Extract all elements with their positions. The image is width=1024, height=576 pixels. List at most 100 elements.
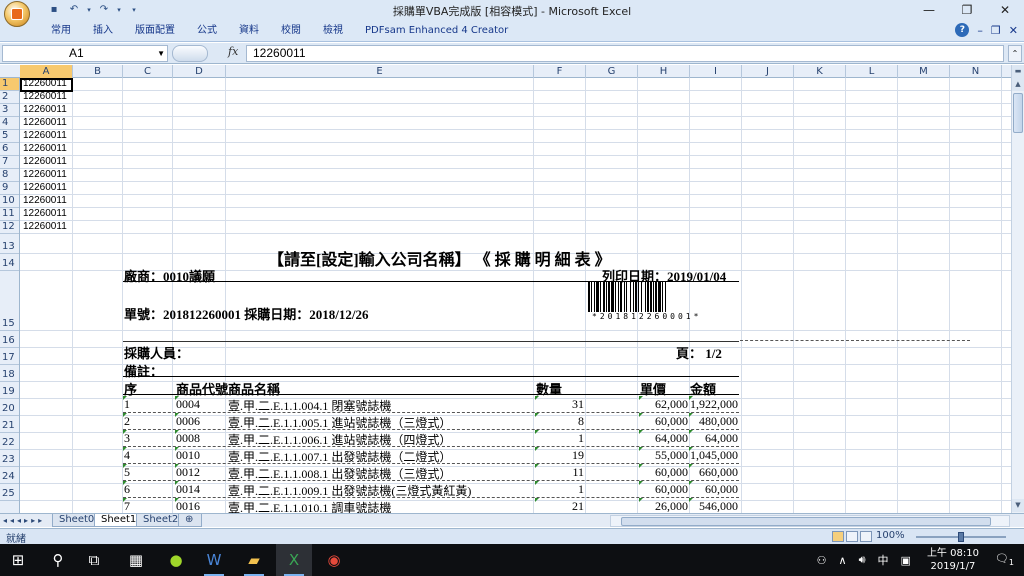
cell-a5[interactable]: 12260011 [23,130,67,142]
calculator-icon[interactable]: ▦ [118,544,154,576]
page-break-view-icon[interactable] [860,531,872,542]
windows-start-icon[interactable]: ⊞ [0,544,36,576]
column-header-g[interactable]: G [586,65,638,78]
tab-insert[interactable]: 插入 [82,24,124,38]
vertical-scrollbar[interactable]: ▬ ▲ ▼ [1011,65,1024,513]
column-header-d[interactable]: D [173,65,226,78]
normal-view-icon[interactable] [832,531,844,542]
column-header-f[interactable]: F [534,65,586,78]
column-header-k[interactable]: K [794,65,846,78]
row-header-17[interactable]: 17 [0,348,19,365]
office-button[interactable] [4,1,30,27]
volume-icon[interactable]: 🔊︎ [853,553,872,567]
expand-formula-bar-icon[interactable]: ⌃ [1008,45,1022,62]
zoom-slider-knob[interactable] [958,532,964,542]
horizontal-scrollbar[interactable] [610,515,1010,527]
row-header-5[interactable]: 5 [0,130,19,143]
row-header-1[interactable]: 1 [0,78,19,91]
column-header-l[interactable]: L [846,65,898,78]
row-header-24[interactable]: 24 [0,467,19,484]
page-layout-view-icon[interactable] [846,531,858,542]
clock[interactable]: 上午 08:10 2019/1/7 [917,547,989,573]
show-hidden-icons-icon[interactable]: ∧ [833,554,853,567]
row-header-19[interactable]: 19 [0,382,19,399]
row-header-8[interactable]: 8 [0,169,19,182]
row-header-20[interactable]: 20 [0,399,19,416]
ime-indicator[interactable]: 中 [872,552,895,568]
row-header-21[interactable]: 21 [0,416,19,433]
notification-center-icon[interactable]: 🗨︎1 [989,552,1024,567]
column-header-i[interactable]: I [690,65,742,78]
chrome-icon[interactable]: ◉ [316,544,352,576]
column-header-c[interactable]: C [123,65,173,78]
insert-sheet-icon[interactable]: ⊕ [178,514,202,527]
column-header-h[interactable]: H [638,65,690,78]
workbook-close-icon[interactable]: ✕ [1009,24,1018,37]
row-header-11[interactable]: 11 [0,208,19,221]
sheet-nav-arrows-icon[interactable]: ◂◂◂▸▸▸ [3,514,45,527]
file-explorer-icon[interactable]: ▰ [236,544,272,576]
tab-view[interactable]: 檢視 [312,24,354,38]
tab-formulas[interactable]: 公式 [186,24,228,38]
row-header-7[interactable]: 7 [0,156,19,169]
active-cell-a1[interactable] [20,78,73,92]
name-box[interactable]: A1 ▼ [2,45,168,62]
people-icon[interactable]: ⚇ [811,554,833,567]
row-header-23[interactable]: 23 [0,450,19,467]
green-ball-app-icon[interactable]: ● [158,544,194,576]
cell-a12[interactable]: 12260011 [23,221,67,233]
tab-review[interactable]: 校閱 [270,24,312,38]
column-header-j[interactable]: J [742,65,794,78]
column-header-n[interactable]: N [950,65,1002,78]
tab-pdfsam[interactable]: PDFsam Enhanced 4 Creator [354,24,519,38]
vertical-scroll-thumb[interactable] [1013,93,1023,133]
row-header-22[interactable]: 22 [0,433,19,450]
horizontal-scroll-thumb[interactable] [621,517,991,526]
cell-a6[interactable]: 12260011 [23,143,67,155]
insert-function-icon[interactable]: fx [228,45,238,58]
task-view-icon[interactable]: ⧉ [76,544,112,576]
cell-a7[interactable]: 12260011 [23,156,67,168]
row-header-18[interactable]: 18 [0,365,19,382]
row-header-12[interactable]: 12 [0,221,19,234]
tab-home[interactable]: 常用 [40,24,82,38]
formula-input[interactable]: 12260011 [246,45,1004,62]
cell-a10[interactable]: 12260011 [23,195,67,207]
tab-data[interactable]: 資料 [228,24,270,38]
cell-a2[interactable]: 12260011 [23,91,67,103]
column-header-m[interactable]: M [898,65,950,78]
minimize-icon[interactable]: — [910,0,948,20]
cell-a8[interactable]: 12260011 [23,169,67,181]
row-header-15[interactable]: 15 [0,271,19,331]
row-header-6[interactable]: 6 [0,143,19,156]
scroll-up-icon[interactable]: ▲ [1012,78,1024,91]
cell-a11[interactable]: 12260011 [23,208,67,220]
column-header-a[interactable]: A [20,65,73,78]
scroll-down-icon[interactable]: ▼ [1012,499,1024,512]
row-header-13[interactable]: 13 [0,234,19,254]
close-icon[interactable]: ✕ [986,0,1024,20]
restore-icon[interactable]: ❐ [948,0,986,20]
column-header-b[interactable]: B [73,65,123,78]
excel-icon[interactable]: X [276,544,312,576]
tab-page-layout[interactable]: 版面配置 [124,24,186,38]
chevron-down-icon[interactable]: ▼ [157,46,165,61]
zoom-slider[interactable] [916,532,1006,542]
row-header-9[interactable]: 9 [0,182,19,195]
worksheet-grid[interactable]: 12260011 12260011 12260011 12260011 12260011… [20,78,1011,513]
row-header-4[interactable]: 4 [0,117,19,130]
help-icon[interactable]: ? [955,23,970,37]
word-icon[interactable]: W [196,544,232,576]
column-header-e[interactable]: E [226,65,534,78]
workbook-minimize-icon[interactable]: – [977,24,983,37]
row-header-25[interactable]: 25 [0,484,19,501]
row-header-3[interactable]: 3 [0,104,19,117]
row-header-16[interactable]: 16 [0,331,19,348]
search-icon[interactable]: ⚲ [40,544,76,576]
split-box-icon[interactable]: ▬ [1012,65,1024,78]
cell-a4[interactable]: 12260011 [23,117,67,129]
row-header-2[interactable]: 2 [0,91,19,104]
workbook-restore-icon[interactable]: ❐ [991,24,1001,37]
cell-a9[interactable]: 12260011 [23,182,67,194]
cell-a3[interactable]: 12260011 [23,104,67,116]
